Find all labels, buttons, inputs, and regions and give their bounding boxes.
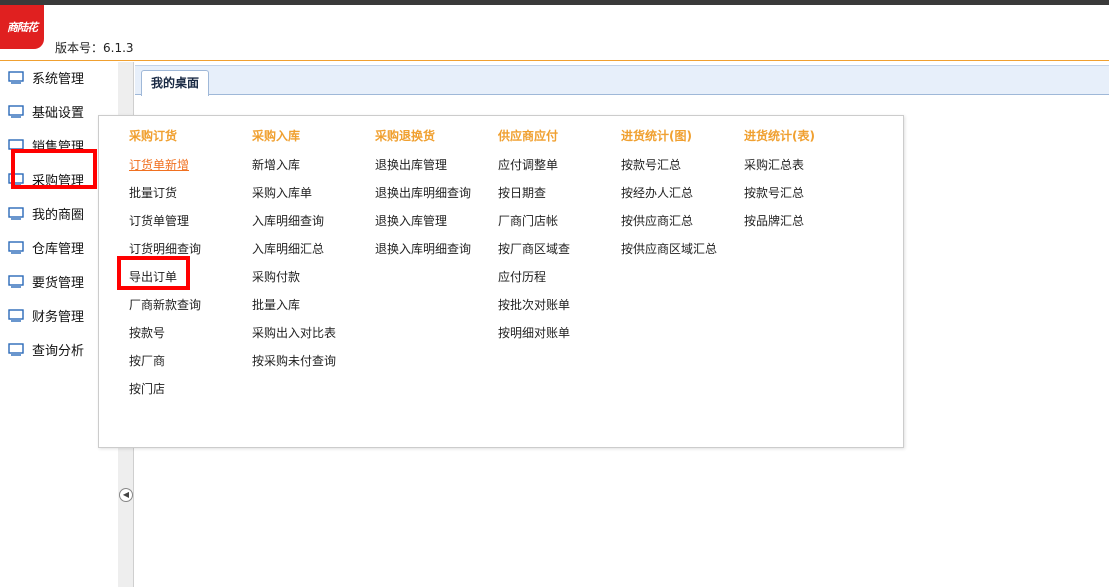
menu-item-detail-statement[interactable]: 按明细对账单	[498, 324, 570, 341]
highlight-box-purchase-menu	[11, 149, 97, 189]
menu-item-inout-compare[interactable]: 采购出入对比表	[252, 324, 336, 341]
sidebar-item-label: 查询分析	[32, 343, 85, 359]
menu-column-title: 进货统计(表)	[744, 129, 815, 143]
version-label: 版本号：6.1.3	[55, 41, 134, 55]
monitor-icon	[8, 308, 24, 322]
menu-item-table-by-style[interactable]: 按款号汇总	[744, 184, 804, 201]
monitor-icon	[8, 206, 24, 220]
menu-item-vendor-store-account[interactable]: 厂商门店帐	[498, 212, 558, 229]
menu-item-batch-receipt[interactable]: 批量入库	[252, 296, 300, 313]
menu-item-receipt-list[interactable]: 采购入库单	[252, 184, 312, 201]
menu-item-table-by-brand[interactable]: 按品牌汇总	[744, 212, 804, 229]
chevron-left-icon: ◀	[122, 490, 130, 499]
menu-item-return-in-detail[interactable]: 退换入库明细查询	[375, 240, 471, 257]
sidebar-item-label: 基础设置	[32, 105, 85, 121]
monitor-icon	[8, 240, 24, 254]
menu-column-title: 供应商应付	[498, 129, 559, 143]
menu-item-new-receipt[interactable]: 新增入库	[252, 156, 300, 173]
menu-item-batch-order[interactable]: 批量订货	[129, 184, 177, 201]
menu-column-title: 采购退换货	[375, 129, 436, 143]
app-header: 商陆花 版本号：6.1.3	[0, 5, 1109, 61]
menu-item-by-store[interactable]: 按门店	[129, 380, 165, 397]
app-logo: 商陆花	[0, 5, 44, 49]
menu-item-chart-by-supplier[interactable]: 按供应商汇总	[621, 212, 693, 229]
menu-item-purchase-payment[interactable]: 采购付款	[252, 268, 300, 285]
menu-item-by-style[interactable]: 按款号	[129, 324, 165, 341]
menu-item-receipt-detail-summary[interactable]: 入库明细汇总	[252, 240, 324, 257]
monitor-icon	[8, 70, 24, 84]
menu-item-order-detail-query[interactable]: 订货明细查询	[129, 240, 201, 257]
menu-column-title: 采购入库	[252, 129, 301, 143]
menu-item-order-management[interactable]: 订货单管理	[129, 212, 189, 229]
monitor-icon	[8, 342, 24, 356]
menu-item-return-out-management[interactable]: 退换出库管理	[375, 156, 447, 173]
menu-item-vendor-new-query[interactable]: 厂商新款查询	[129, 296, 201, 313]
menu-item-by-date[interactable]: 按日期查	[498, 184, 546, 201]
menu-item-by-vendor-region[interactable]: 按厂商区域查	[498, 240, 570, 257]
menu-item-payable-history[interactable]: 应付历程	[498, 268, 546, 285]
menu-item-chart-by-handler[interactable]: 按经办人汇总	[621, 184, 693, 201]
tab-bar: 我的桌面	[135, 65, 1109, 96]
menu-column-title: 进货统计(图)	[621, 129, 692, 143]
sidebar-item-system[interactable]: 系统管理	[0, 62, 118, 92]
menu-item-return-in-management[interactable]: 退换入库管理	[375, 212, 447, 229]
highlight-box-export-order	[117, 256, 190, 290]
menu-item-new-order[interactable]: 订货单新增	[129, 156, 189, 173]
monitor-icon	[8, 104, 24, 118]
menu-item-return-out-detail[interactable]: 退换出库明细查询	[375, 184, 471, 201]
logo-text: 商陆花	[7, 21, 38, 34]
sidebar-item-label: 要货管理	[32, 275, 85, 291]
menu-item-payable-adjust[interactable]: 应付调整单	[498, 156, 558, 173]
menu-item-chart-by-style[interactable]: 按款号汇总	[621, 156, 681, 173]
menu-item-chart-by-supplier-region[interactable]: 按供应商区域汇总	[621, 240, 717, 257]
tab-my-desktop[interactable]: 我的桌面	[141, 70, 210, 96]
sidebar-item-label: 仓库管理	[32, 241, 85, 257]
sidebar-item-label: 系统管理	[32, 71, 85, 87]
menu-item-batch-statement[interactable]: 按批次对账单	[498, 296, 570, 313]
collapse-sidebar-button[interactable]: ◀	[119, 488, 133, 502]
purchase-dropdown-menu: 采购订货 订货单新增 批量订货 订货单管理 订货明细查询 导出订单 厂商新款查询…	[98, 115, 904, 448]
menu-item-purchase-summary[interactable]: 采购汇总表	[744, 156, 804, 173]
menu-item-unpaid-query[interactable]: 按采购未付查询	[252, 352, 336, 369]
monitor-icon	[8, 274, 24, 288]
menu-item-by-vendor[interactable]: 按厂商	[129, 352, 165, 369]
sidebar-item-label: 财务管理	[32, 309, 85, 325]
menu-item-receipt-detail-query[interactable]: 入库明细查询	[252, 212, 324, 229]
sidebar-item-label: 我的商圈	[32, 207, 85, 223]
menu-column-title: 采购订货	[129, 129, 178, 143]
